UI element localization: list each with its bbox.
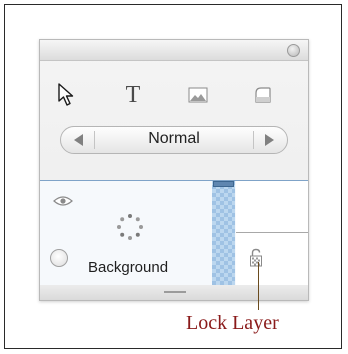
divider <box>236 232 308 233</box>
rounded-shape-icon <box>255 87 271 103</box>
thumbnail-slider-handle[interactable] <box>213 181 234 187</box>
layer-options-column <box>236 181 308 285</box>
eye-icon[interactable] <box>53 195 73 207</box>
divider <box>253 131 254 149</box>
arrow-pointer-icon <box>58 83 74 106</box>
layer-radio-button[interactable] <box>50 249 68 267</box>
layers-panel: T Normal Background <box>39 39 309 301</box>
callout-label: Lock Layer <box>186 312 279 334</box>
layer-row-background[interactable]: Background <box>40 180 308 286</box>
text-tool-button[interactable]: T <box>116 80 150 110</box>
callout-line <box>258 262 259 310</box>
resize-grip[interactable] <box>164 291 186 293</box>
tool-row: T <box>40 80 308 114</box>
blend-mode-selector[interactable]: Normal <box>60 126 288 154</box>
layer-name: Background <box>88 259 169 276</box>
layer-thumbnail-strip <box>212 181 235 285</box>
left-arrow-icon[interactable] <box>74 134 83 146</box>
padlock-icon[interactable] <box>249 248 263 268</box>
close-button[interactable] <box>287 44 300 57</box>
picture-icon <box>188 87 208 103</box>
image-tool-button[interactable] <box>181 80 215 110</box>
panel-titlebar <box>40 40 308 61</box>
shape-tool-button[interactable] <box>246 80 280 110</box>
blend-mode-value: Normal <box>148 130 200 147</box>
text-t-icon: T <box>125 81 141 108</box>
loading-spinner-icon <box>117 214 143 240</box>
right-arrow-icon[interactable] <box>265 134 274 146</box>
panel-footer <box>40 285 308 300</box>
select-tool-button[interactable] <box>50 80 84 110</box>
